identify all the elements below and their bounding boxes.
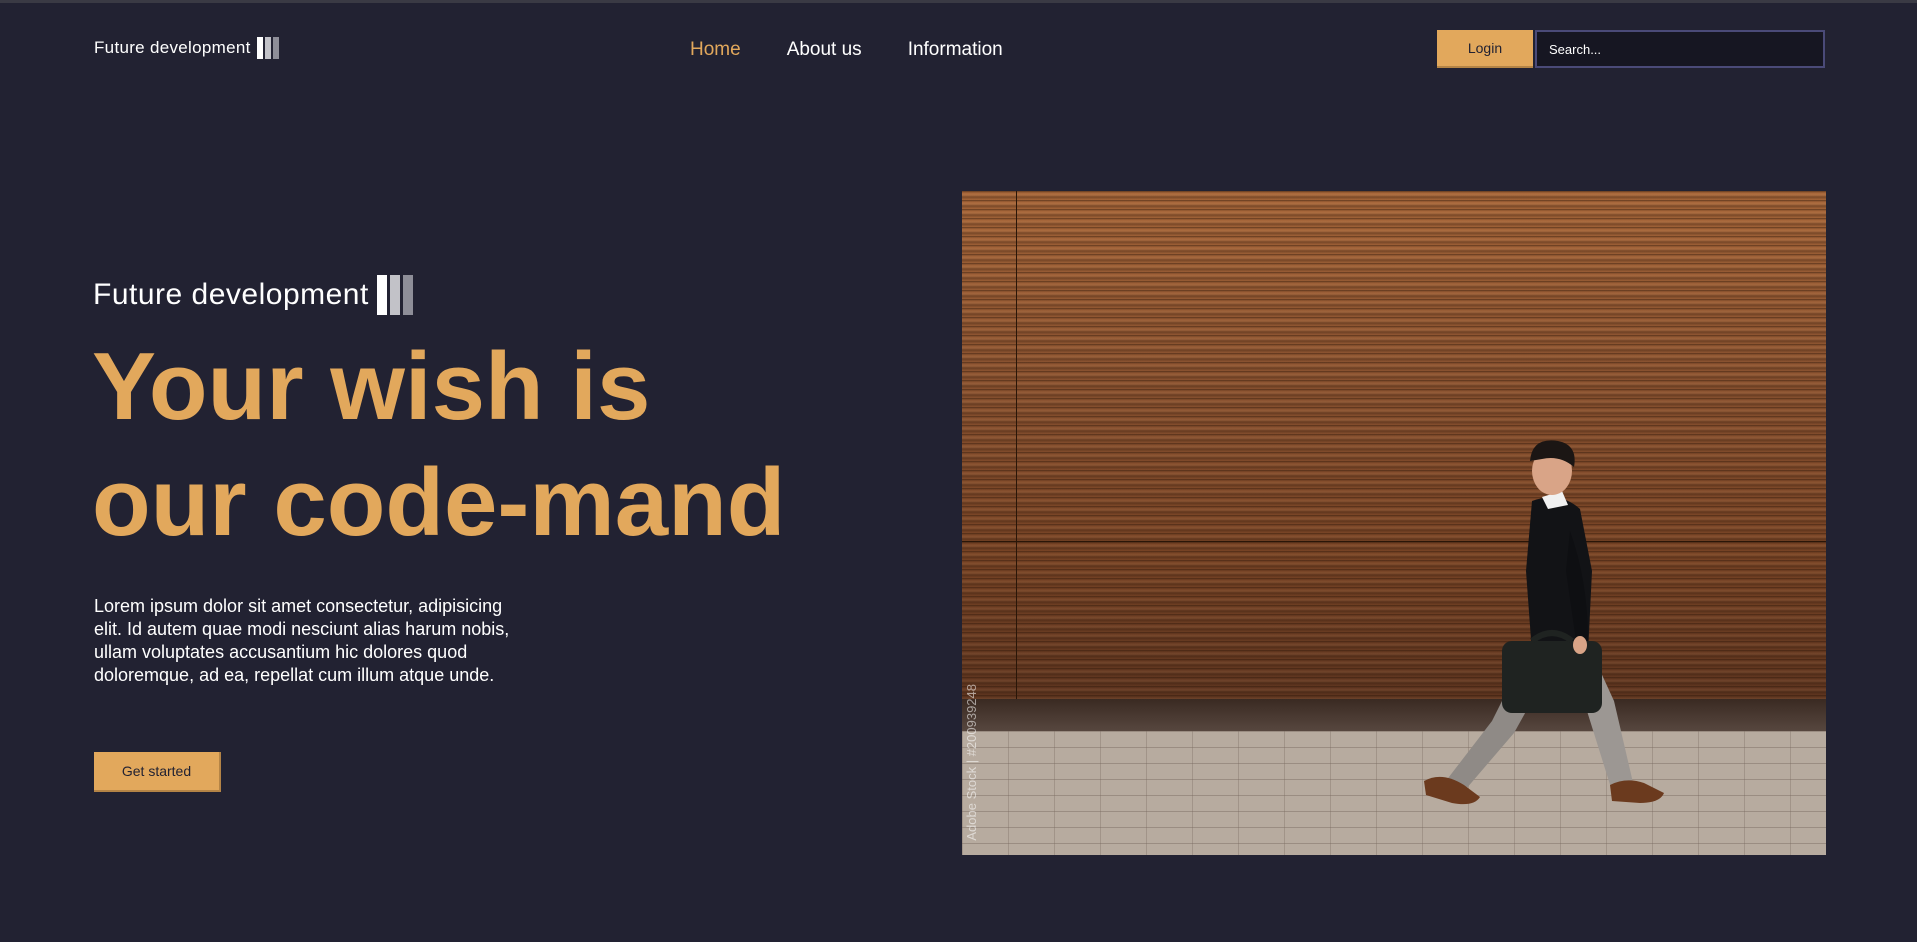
login-button[interactable]: Login <box>1437 30 1533 68</box>
hero-brand: Future development <box>93 275 413 315</box>
hero-lead-text: Lorem ipsum dolor sit amet consectetur, … <box>94 596 510 685</box>
main-nav: Home About us Information <box>690 39 1003 61</box>
headline-line-1: Your wish is <box>92 333 651 440</box>
hero-brand-text: Future development <box>93 278 369 311</box>
headline-line-2: our code-mand <box>92 449 786 556</box>
nav-home-link[interactable]: Home <box>690 39 741 61</box>
site-logo[interactable]: Future development <box>94 37 279 59</box>
logo-bars-icon <box>256 37 279 59</box>
hero-headline: Your wish is our code-mand <box>92 329 785 561</box>
search-input[interactable] <box>1535 30 1825 68</box>
nav-about-link[interactable]: About us <box>787 39 862 61</box>
get-started-button[interactable]: Get started <box>94 752 221 792</box>
walking-man-figure <box>1424 440 1664 805</box>
nav-information-link[interactable]: Information <box>908 39 1003 61</box>
logo-text: Future development <box>94 38 251 57</box>
image-watermark: Adobe Stock | #200939248 <box>964 684 979 841</box>
brand-bars-icon <box>376 275 413 315</box>
hero-image: Adobe Stock | #200939248 <box>962 191 1826 855</box>
